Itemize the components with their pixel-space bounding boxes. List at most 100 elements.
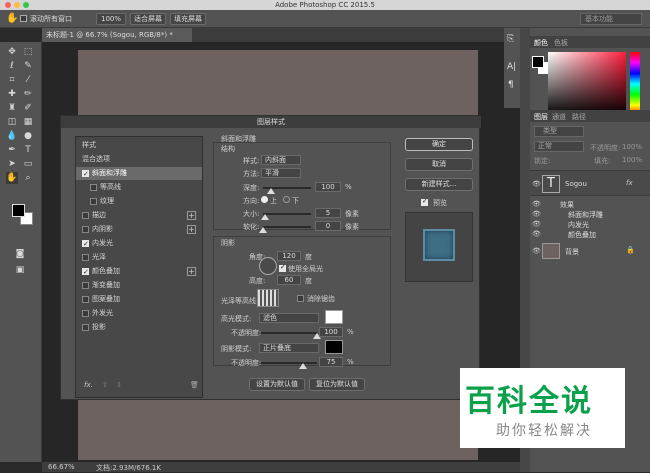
style-checkbox[interactable] [82, 254, 89, 261]
color-field[interactable] [548, 52, 626, 116]
move-up-icon[interactable]: ⇧ [102, 381, 108, 389]
shadow-mode-select[interactable]: 正片叠底 [259, 343, 319, 353]
blur-tool-icon[interactable]: 💧 [6, 130, 18, 142]
tab-paths[interactable]: 路径 [572, 112, 586, 122]
zoom-tool-icon[interactable]: ⌕ [22, 172, 34, 184]
eraser-tool-icon[interactable]: ◫ [6, 116, 18, 128]
effect-eye-icon[interactable]: 👁 [532, 230, 541, 238]
delete-effect-icon[interactable]: 🗑 [190, 381, 199, 389]
scroll-all-checkbox[interactable] [20, 15, 27, 22]
shadow-opacity-input[interactable]: 75 [319, 357, 343, 367]
style-item[interactable]: 图案叠加 [76, 293, 202, 306]
styles-header[interactable]: 样式 [76, 139, 202, 152]
visibility-eye-icon[interactable]: 👁 [532, 247, 541, 255]
tab-color[interactable]: 颜色 [534, 38, 548, 48]
effect-eye-icon[interactable]: 👁 [532, 220, 541, 228]
foreground-color-swatch[interactable] [12, 204, 25, 217]
shadow-opacity-knob[interactable] [299, 363, 307, 369]
effect-item[interactable]: 斜面和浮雕 [568, 210, 603, 220]
healing-brush-icon[interactable]: ✚ [6, 88, 18, 100]
pen-tool-icon[interactable]: ✒ [6, 144, 18, 156]
style-item[interactable]: 光泽 [76, 251, 202, 264]
add-effect-icon[interactable]: + [187, 225, 196, 234]
hand-tool-icon[interactable]: ✋ [6, 13, 18, 24]
dodge-tool-icon[interactable]: ● [22, 130, 34, 142]
style-item[interactable]: 颜色叠加 + [76, 265, 202, 279]
shadow-opacity-slider[interactable] [261, 362, 317, 364]
document-tab[interactable]: 未标题-1 @ 66.7% (Sogou, RGB/8*) * [42, 28, 192, 42]
highlight-mode-select[interactable]: 滤色 [259, 313, 319, 323]
size-slider-knob[interactable] [261, 214, 269, 220]
highlight-opacity-slider[interactable] [261, 332, 317, 334]
style-item[interactable]: 外发光 [76, 307, 202, 320]
style-checkbox[interactable] [82, 324, 89, 331]
shape-tool-icon[interactable]: ▭ [22, 158, 34, 170]
zoom-100-button[interactable]: 100% [96, 13, 126, 25]
global-light-checkbox[interactable] [279, 263, 286, 272]
style-item[interactable]: 渐变叠加 [76, 279, 202, 292]
new-style-button[interactable]: 新建样式... [405, 178, 473, 191]
move-tool-icon[interactable]: ✥ [6, 46, 18, 58]
path-select-icon[interactable]: ➤ [6, 158, 18, 170]
effect-item[interactable]: 颜色叠加 [568, 230, 596, 240]
style-checkbox[interactable] [82, 266, 89, 279]
altitude-input[interactable]: 60 [277, 275, 301, 285]
add-effect-icon[interactable]: + [187, 267, 196, 276]
blend-options-item[interactable]: 混合选项 [76, 153, 202, 166]
style-item[interactable]: 纹理 [76, 195, 202, 208]
style-item[interactable]: 内发光 [76, 237, 202, 251]
lasso-tool-icon[interactable]: ℓ [6, 60, 18, 72]
make-default-button[interactable]: 设置为默认值 [249, 378, 305, 391]
opacity-value[interactable]: 100% [622, 143, 642, 151]
angle-dial[interactable] [259, 257, 277, 275]
highlight-color-swatch[interactable] [325, 310, 343, 324]
style-item[interactable]: 等高线 [76, 181, 202, 194]
cancel-button[interactable]: 取消 [405, 158, 473, 171]
layer-kind-filter[interactable]: 类型 [534, 126, 584, 137]
tab-channels[interactable]: 通道 [552, 112, 566, 122]
effects-eye-icon[interactable]: 👁 [532, 200, 541, 208]
depth-input[interactable]: 100 [315, 182, 341, 192]
layer-row-text[interactable]: 👁 T Sogou fx [530, 170, 650, 196]
style-checkbox[interactable] [82, 212, 89, 219]
move-down-icon[interactable]: ⇩ [116, 381, 122, 389]
style-checkbox[interactable] [82, 310, 89, 317]
brush-tool-icon[interactable]: ✏ [22, 88, 34, 100]
angle-input[interactable]: 120 [277, 251, 301, 261]
hue-slider[interactable] [630, 52, 640, 116]
style-item[interactable]: 描边 + [76, 209, 202, 222]
fx-badge-icon[interactable]: fx [626, 179, 633, 187]
gloss-contour-picker[interactable] [257, 289, 279, 307]
hand-tool-icon[interactable]: ✋ [6, 172, 18, 184]
soften-slider-knob[interactable] [259, 227, 267, 233]
depth-slider-knob[interactable] [267, 188, 275, 194]
style-checkbox[interactable] [90, 184, 97, 191]
fill-screen-button[interactable]: 填充屏幕 [170, 13, 206, 25]
effect-eye-icon[interactable]: 👁 [532, 210, 541, 218]
clone-stamp-icon[interactable]: ♜ [6, 102, 18, 114]
paragraph-panel-icon[interactable]: ¶ [508, 80, 514, 90]
tab-swatches[interactable]: 色板 [554, 38, 568, 48]
visibility-eye-icon[interactable]: 👁 [532, 180, 541, 188]
screen-mode-icon[interactable]: ▣ [14, 264, 26, 276]
size-slider[interactable] [263, 213, 311, 215]
fit-screen-button[interactable]: 适合屏幕 [130, 13, 166, 25]
style-item[interactable]: 内阴影 + [76, 223, 202, 236]
anti-alias-checkbox[interactable] [297, 295, 304, 302]
direction-down-radio[interactable] [283, 196, 290, 203]
quick-select-icon[interactable]: ✎ [22, 60, 34, 72]
ok-button[interactable]: 确定 [405, 138, 473, 151]
soften-input[interactable]: 0 [315, 221, 341, 231]
direction-up-radio[interactable] [261, 196, 268, 203]
crop-tool-icon[interactable]: ⌗ [6, 74, 18, 86]
style-checkbox[interactable] [82, 296, 89, 303]
fx-menu-icon[interactable]: fx. [84, 381, 93, 389]
style-checkbox[interactable] [82, 168, 89, 181]
style-item[interactable]: 投影 [76, 321, 202, 334]
highlight-opacity-input[interactable]: 100 [319, 327, 343, 337]
style-checkbox[interactable] [82, 226, 89, 233]
style-item[interactable]: 斜面和浮雕 [76, 167, 202, 181]
history-brush-icon[interactable]: ✐ [22, 102, 34, 114]
character-panel-icon[interactable]: A| [507, 62, 516, 72]
tab-layers[interactable]: 图层 [534, 112, 548, 122]
